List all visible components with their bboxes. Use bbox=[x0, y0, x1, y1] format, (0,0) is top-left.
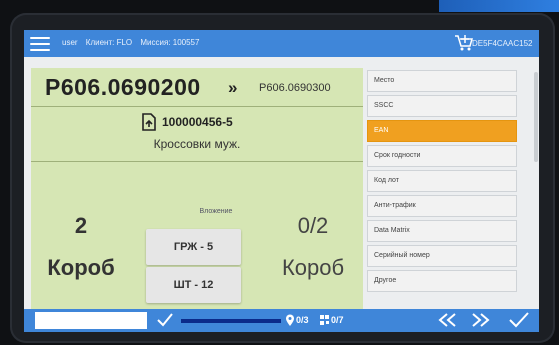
quantity-done-unit: Короб bbox=[281, 255, 345, 280]
user-label: user bbox=[62, 38, 78, 47]
session-info: user Клиент: FLO Миссия: 100557 bbox=[62, 38, 205, 47]
top-bar: user Клиент: FLO Миссия: 100557 DE5F4CAA… bbox=[24, 30, 539, 57]
document-number: 100000456-5 bbox=[162, 115, 233, 129]
menu-item-anti-traffic[interactable]: Анти-трафик bbox=[367, 195, 517, 217]
menu-item-location[interactable]: Место bbox=[367, 70, 517, 92]
background-glow bbox=[439, 0, 559, 12]
next-article-icon[interactable]: » bbox=[228, 78, 237, 98]
quantity-done-value: 0/2 bbox=[297, 213, 329, 238]
menu-item-other[interactable]: Другое bbox=[367, 270, 517, 292]
product-name: Кроссовки муж. bbox=[153, 137, 241, 151]
cart-icon[interactable] bbox=[454, 34, 474, 52]
task-panel: P606.0690200 » P606.0690300 100000456-5 … bbox=[31, 68, 363, 330]
progress-bar bbox=[181, 319, 281, 323]
quantity-done: 0/2 Короб bbox=[263, 213, 363, 281]
hamburger-menu-icon[interactable] bbox=[30, 37, 50, 51]
location-button[interactable]: ГРЖ - 5 bbox=[146, 229, 241, 265]
quantity-required-value: 2 bbox=[74, 213, 88, 238]
location-button[interactable]: ШТ - 12 bbox=[146, 267, 241, 303]
mission-label: Миссия: 100557 bbox=[140, 38, 200, 47]
app-screen: user Клиент: FLO Миссия: 100557 DE5F4CAA… bbox=[24, 30, 539, 332]
next-icon[interactable] bbox=[470, 311, 492, 329]
menu-item-lot[interactable]: Код лот bbox=[367, 170, 517, 192]
locations-counter: 0/3 bbox=[296, 315, 309, 325]
scan-type-menu: Место SSCC EAN Срок годности Код лот Ант… bbox=[367, 70, 521, 328]
article-row: P606.0690200 » P606.0690300 bbox=[31, 68, 363, 106]
divider bbox=[31, 161, 363, 162]
document-icon bbox=[142, 113, 156, 131]
location-pin-icon bbox=[286, 314, 294, 326]
barcode-icon bbox=[320, 315, 329, 325]
quantity-required-unit: Короб bbox=[47, 255, 115, 280]
menu-item-sscc[interactable]: SSCC bbox=[367, 95, 517, 117]
menu-scrollbar[interactable] bbox=[534, 72, 538, 162]
bottom-bar: 0/3 0/7 bbox=[24, 309, 539, 332]
placement-label: Вложение bbox=[199, 208, 233, 215]
menu-item-ean[interactable]: EAN bbox=[367, 120, 517, 142]
confirm-input-icon[interactable] bbox=[156, 311, 174, 329]
previous-icon[interactable] bbox=[436, 311, 458, 329]
quantity-required: 2 Короб bbox=[31, 213, 131, 281]
device-id: DE5F4CAAC152 bbox=[472, 39, 533, 48]
menu-item-data-matrix[interactable]: Data Matrix bbox=[367, 220, 517, 242]
menu-item-expiry[interactable]: Срок годности bbox=[367, 145, 517, 167]
divider bbox=[31, 106, 363, 107]
next-article-code[interactable]: P606.0690300 bbox=[259, 82, 331, 94]
article-code: P606.0690200 bbox=[45, 74, 201, 100]
confirm-icon[interactable] bbox=[508, 311, 530, 329]
codes-counter: 0/7 bbox=[331, 315, 344, 325]
scan-input[interactable] bbox=[35, 312, 147, 329]
client-label: Клиент: FLO bbox=[85, 38, 133, 47]
menu-item-serial[interactable]: Серийный номер bbox=[367, 245, 517, 267]
